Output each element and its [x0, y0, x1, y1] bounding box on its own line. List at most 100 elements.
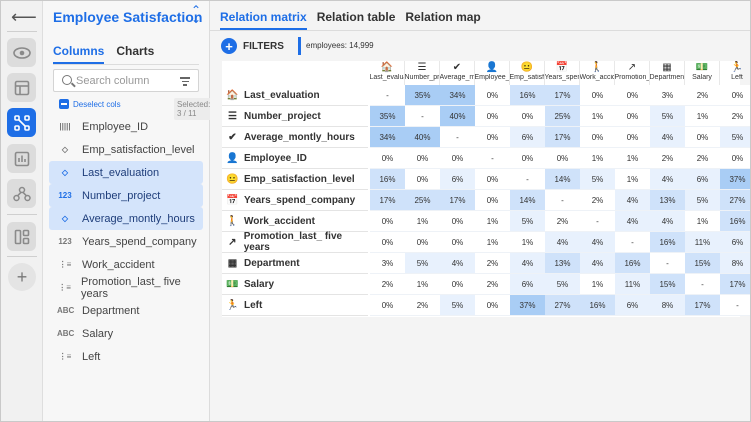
- matrix-cell[interactable]: 5%: [685, 190, 720, 211]
- matrix-column-header[interactable]: 😐Emp_satisfaction_level: [510, 61, 545, 85]
- matrix-cell[interactable]: 0%: [615, 127, 650, 148]
- matrix-cell[interactable]: 1%: [685, 106, 720, 127]
- matrix-cell[interactable]: 1%: [405, 211, 440, 232]
- matrix-cell[interactable]: 5%: [440, 295, 475, 316]
- plus-icon[interactable]: +: [8, 263, 36, 291]
- matrix-cell[interactable]: 17%: [720, 274, 750, 295]
- matrix-cell[interactable]: 2%: [650, 148, 685, 169]
- matrix-cell[interactable]: 4%: [650, 211, 685, 232]
- matrix-cell[interactable]: 3%: [370, 253, 405, 274]
- matrix-row-label[interactable]: 😐 Emp_satisfaction_level: [222, 169, 368, 190]
- matrix-cell[interactable]: 2%: [720, 106, 750, 127]
- dashboard-icon[interactable]: [7, 222, 36, 251]
- matrix-cell[interactable]: 0%: [440, 232, 475, 253]
- matrix-cell[interactable]: -: [650, 253, 685, 274]
- matrix-cell[interactable]: 11%: [615, 274, 650, 295]
- matrix-cell[interactable]: 0%: [370, 211, 405, 232]
- tab-relation-map[interactable]: Relation map: [405, 10, 480, 30]
- matrix-cell[interactable]: 16%: [615, 253, 650, 274]
- matrix-cell[interactable]: 0%: [440, 274, 475, 295]
- matrix-cell[interactable]: 17%: [545, 85, 580, 106]
- matrix-cell[interactable]: 1%: [580, 274, 615, 295]
- matrix-cell[interactable]: 11%: [685, 232, 720, 253]
- matrix-cell[interactable]: 37%: [720, 169, 750, 190]
- matrix-cell[interactable]: 5%: [510, 211, 545, 232]
- matrix-cell[interactable]: 1%: [580, 148, 615, 169]
- matrix-cell[interactable]: 17%: [545, 127, 580, 148]
- relations-icon[interactable]: [7, 108, 36, 137]
- matrix-row-label[interactable]: 🏠 Last_evaluation: [222, 85, 368, 106]
- matrix-cell[interactable]: 14%: [510, 190, 545, 211]
- matrix-cell[interactable]: 4%: [580, 232, 615, 253]
- matrix-cell[interactable]: 0%: [370, 148, 405, 169]
- matrix-cell[interactable]: 34%: [440, 85, 475, 106]
- matrix-column-header[interactable]: ✔Average_montly_hours: [440, 61, 475, 85]
- matrix-cell[interactable]: 35%: [370, 106, 405, 127]
- matrix-cell[interactable]: 5%: [580, 169, 615, 190]
- matrix-cell[interactable]: 2%: [685, 148, 720, 169]
- matrix-cell[interactable]: 6%: [685, 169, 720, 190]
- matrix-cell[interactable]: 0%: [370, 232, 405, 253]
- matrix-cell[interactable]: 1%: [615, 148, 650, 169]
- matrix-cell[interactable]: 1%: [510, 232, 545, 253]
- matrix-cell[interactable]: 3%: [650, 85, 685, 106]
- matrix-cell[interactable]: 0%: [475, 85, 510, 106]
- matrix-cell[interactable]: 16%: [580, 295, 615, 316]
- network-icon[interactable]: [7, 179, 36, 208]
- matrix-cell[interactable]: 5%: [650, 106, 685, 127]
- matrix-row-label[interactable]: 📅 Years_spend_company: [222, 190, 368, 211]
- matrix-cell[interactable]: 16%: [510, 85, 545, 106]
- column-item[interactable]: ABC Salary: [49, 322, 203, 345]
- matrix-column-header[interactable]: 👤Employee_ID: [475, 61, 510, 85]
- matrix-cell[interactable]: -: [405, 106, 440, 127]
- matrix-cell[interactable]: 8%: [650, 295, 685, 316]
- deselect-cols-button[interactable]: Deselect cols: [59, 99, 121, 109]
- matrix-cell[interactable]: 0%: [405, 148, 440, 169]
- matrix-column-header[interactable]: 📅Years_spend_company: [545, 61, 580, 85]
- matrix-row-label[interactable]: ↗ Promotion_last_ five years: [222, 231, 368, 253]
- matrix-cell[interactable]: 1%: [615, 169, 650, 190]
- matrix-cell[interactable]: 15%: [650, 274, 685, 295]
- matrix-cell[interactable]: 0%: [440, 211, 475, 232]
- matrix-cell[interactable]: 34%: [370, 127, 405, 148]
- column-item[interactable]: ⋮≡ Promotion_last_ five years: [49, 276, 203, 300]
- matrix-cell[interactable]: 25%: [405, 190, 440, 211]
- column-item[interactable]: 123 Years_spend_company: [49, 230, 203, 253]
- matrix-cell[interactable]: 14%: [545, 169, 580, 190]
- matrix-cell[interactable]: 4%: [510, 253, 545, 274]
- search-input[interactable]: [76, 73, 176, 89]
- matrix-cell[interactable]: 6%: [440, 169, 475, 190]
- matrix-cell[interactable]: 13%: [650, 190, 685, 211]
- matrix-cell[interactable]: 27%: [545, 295, 580, 316]
- column-item[interactable]: ⋮≡ Work_accident: [49, 253, 203, 276]
- column-item[interactable]: ◇ Average_montly_hours: [49, 207, 203, 230]
- matrix-cell[interactable]: 2%: [405, 295, 440, 316]
- matrix-cell[interactable]: 2%: [475, 253, 510, 274]
- matrix-cell[interactable]: 6%: [510, 274, 545, 295]
- matrix-cell[interactable]: 2%: [685, 85, 720, 106]
- matrix-cell[interactable]: 16%: [370, 169, 405, 190]
- matrix-cell[interactable]: 0%: [475, 190, 510, 211]
- matrix-cell[interactable]: 1%: [475, 232, 510, 253]
- matrix-cell[interactable]: 0%: [405, 232, 440, 253]
- matrix-cell[interactable]: 2%: [545, 211, 580, 232]
- matrix-cell[interactable]: 0%: [510, 106, 545, 127]
- tab-columns[interactable]: Columns: [53, 44, 105, 64]
- matrix-cell[interactable]: 0%: [440, 148, 475, 169]
- matrix-row-label[interactable]: 🚶 Work_accident: [222, 211, 368, 232]
- matrix-cell[interactable]: 0%: [720, 85, 750, 106]
- matrix-cell[interactable]: 4%: [615, 190, 650, 211]
- matrix-cell[interactable]: -: [685, 274, 720, 295]
- matrix-cell[interactable]: -: [615, 232, 650, 253]
- matrix-column-header[interactable]: 🏃 Left: [720, 61, 750, 85]
- column-item[interactable]: 123 Number_project: [49, 184, 203, 207]
- matrix-cell[interactable]: 4%: [650, 169, 685, 190]
- matrix-column-header[interactable]: 🚶Work_accident: [580, 61, 615, 85]
- column-item[interactable]: ◇ Emp_satisfaction_level: [49, 138, 203, 161]
- matrix-cell[interactable]: 2%: [370, 274, 405, 295]
- column-item[interactable]: ABC Department: [49, 299, 203, 322]
- column-item[interactable]: ◇ Last_evaluation: [49, 161, 203, 184]
- matrix-cell[interactable]: 1%: [405, 274, 440, 295]
- matrix-cell[interactable]: 6%: [720, 232, 750, 253]
- eye-icon[interactable]: [7, 38, 36, 67]
